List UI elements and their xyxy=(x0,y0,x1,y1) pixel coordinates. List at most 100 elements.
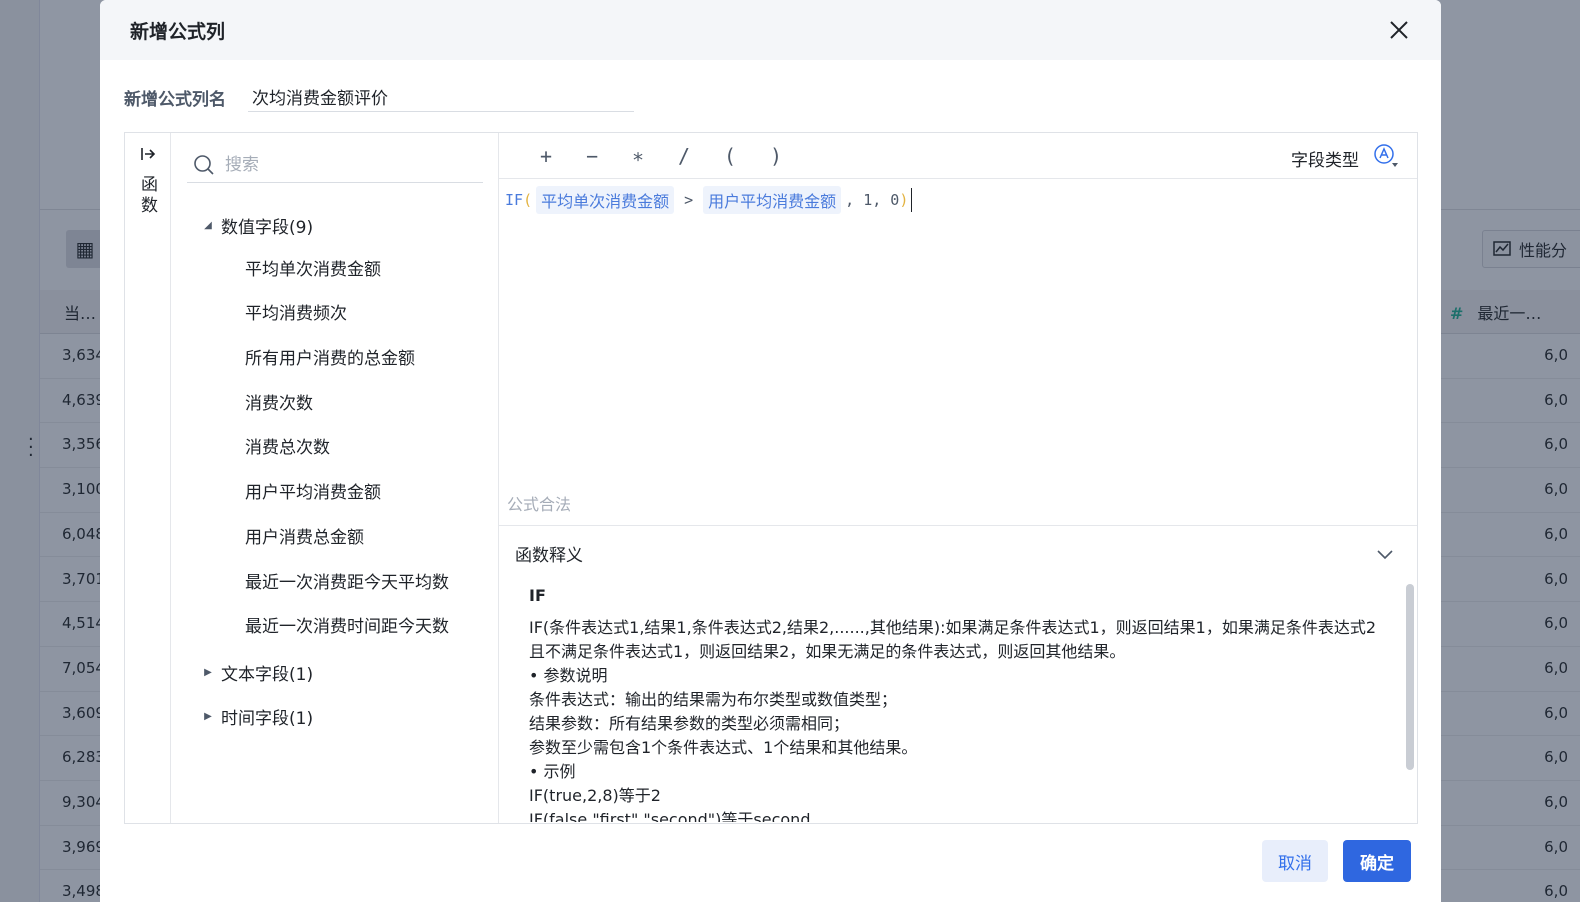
bg-cell-left: 3,634 xyxy=(62,346,105,364)
bg-cell-right: 6,0 xyxy=(1544,435,1568,454)
table-view-icon: ▦ xyxy=(66,230,104,268)
function-explanation-title: 函数释义 xyxy=(515,545,583,566)
bg-cell-left: 6,048 xyxy=(62,524,105,543)
bg-cell-left: 4,639 xyxy=(62,390,105,409)
description-line: IF(true,2,8)等于2 xyxy=(529,786,661,805)
field-item[interactable]: 用户平均消费金额 xyxy=(201,471,491,516)
plus-operator-button[interactable]: + xyxy=(523,144,569,168)
bg-cell-left: 3,701 xyxy=(62,569,105,588)
bg-cell-right: 6,0 xyxy=(1544,882,1568,901)
bg-cell-left: 3,969 xyxy=(62,837,105,856)
bg-cell-right: 6,0 xyxy=(1544,390,1568,409)
formula-field-chip[interactable]: 平均单次消费金额 xyxy=(536,186,675,214)
bg-left-strip xyxy=(0,0,40,902)
formula-field-chip[interactable]: 用户平均消费金额 xyxy=(703,186,842,214)
field-item[interactable]: 消费次数 xyxy=(201,382,491,427)
field-tree-pane: ◢ 数值字段(9) 平均单次消费金额平均消费频次所有用户消费的总金额消费次数消费… xyxy=(171,133,499,823)
chevron-down-icon[interactable] xyxy=(1375,544,1395,564)
column-name-input[interactable] xyxy=(248,82,634,112)
bg-col-header-right-label: 最近一… xyxy=(1477,304,1542,323)
formula-close-paren: ) xyxy=(899,191,909,209)
formula-open-paren: ( xyxy=(523,191,533,209)
search-icon xyxy=(194,154,214,175)
function-explanation-panel: 函数释义 IF IF(条件表达式1,结果1,条件表达式2,结果2,......,… xyxy=(499,525,1417,823)
formula-editor-pane: + − ∗ / ( ) 字段类型 IF ( 平均单次消费金额 > 用户平均消费金… xyxy=(499,133,1417,823)
text-type-dropdown-icon[interactable] xyxy=(1373,143,1399,169)
numeric-fields-group[interactable]: ◢ 数值字段(9) xyxy=(201,203,491,248)
caret-down-icon: ◢ xyxy=(204,219,212,231)
bg-cell-left: 3,498 xyxy=(62,882,105,901)
multiply-operator-button[interactable]: ∗ xyxy=(615,144,661,168)
field-item[interactable]: 平均消费频次 xyxy=(201,292,491,337)
confirm-button[interactable]: 确定 xyxy=(1343,840,1411,882)
field-item[interactable]: 平均单次消费金额 xyxy=(201,248,491,293)
search-input[interactable] xyxy=(225,154,465,175)
function-tab-label[interactable]: 函数 xyxy=(135,175,160,217)
dialog-header: 新增公式列 xyxy=(100,0,1441,60)
text-fields-group[interactable]: ▶ 文本字段(1) xyxy=(201,650,491,695)
bg-cell-right: 6,0 xyxy=(1544,658,1568,677)
field-type-label: 字段类型 xyxy=(1291,151,1359,171)
dialog-title: 新增公式列 xyxy=(130,20,226,43)
minus-operator-button[interactable]: − xyxy=(569,144,615,168)
validation-status: 公式合法 xyxy=(507,495,572,514)
bg-cell-left: 7,054 xyxy=(62,658,105,677)
field-tree: ◢ 数值字段(9) 平均单次消费金额 平均消费频次 所有用户消费的总金额 消费次数 消费… xyxy=(201,203,491,739)
description-line: IF(条件表达式1,结果1,条件表达式2,结果2,......,其他结果):如果… xyxy=(529,618,1377,661)
description-line: • 参数说明 xyxy=(529,666,608,685)
bg-perf-label: 性能分 xyxy=(1519,241,1568,260)
bg-cell-left: 3,609 xyxy=(62,703,105,722)
bg-cell-left: 9,304 xyxy=(62,793,105,811)
bg-cell-right: 6,0 xyxy=(1544,703,1568,722)
close-paren-button[interactable]: ) xyxy=(753,144,799,168)
function-explanation-header[interactable]: 函数释义 xyxy=(499,526,1417,580)
field-item[interactable]: 最近一次消费时间距今天数 xyxy=(201,605,491,650)
bg-cell-left: 3,356 xyxy=(62,435,105,454)
divide-operator-button[interactable]: / xyxy=(661,144,707,168)
close-icon[interactable] xyxy=(1387,18,1411,42)
formula-input[interactable]: IF ( 平均单次消费金额 > 用户平均消费金额 , 1, 0 ) xyxy=(499,179,1417,221)
numeric-group-label: 数值字段(9) xyxy=(221,217,314,238)
field-item[interactable]: 用户消费总金额 xyxy=(201,516,491,561)
time-group-label: 时间字段(1) xyxy=(221,709,314,730)
time-fields-group[interactable]: ▶ 时间字段(1) xyxy=(201,695,491,740)
bg-col-header-right: # 最近一… xyxy=(1450,300,1541,324)
caret-right-icon: ▶ xyxy=(204,666,212,678)
number-type-icon: # xyxy=(1450,304,1464,323)
bg-perf-button: 性能分 xyxy=(1482,230,1580,268)
formula-operator: > xyxy=(684,191,694,209)
bg-cell-right: 6,0 xyxy=(1544,614,1568,633)
expand-panel-icon[interactable] xyxy=(139,145,157,163)
field-item[interactable]: 消费总次数 xyxy=(201,426,491,471)
bg-cell-right: 6,0 xyxy=(1544,346,1568,364)
description-line: IF(false,"first","second")等于second xyxy=(529,810,811,822)
field-item[interactable]: 最近一次消费距今天平均数 xyxy=(201,561,491,606)
formula-function: IF xyxy=(505,191,524,209)
description-line: 参数至少需包含1个条件表达式、1个结果和其他结果。 xyxy=(529,738,918,757)
function-explanation-body: IF IF(条件表达式1,结果1,条件表达式2,结果2,......,其他结果)… xyxy=(529,584,1379,822)
operator-toolbar: + − ∗ / ( ) 字段类型 xyxy=(499,133,1417,179)
open-paren-button[interactable]: ( xyxy=(707,144,753,168)
function-description: IF(条件表达式1,结果1,条件表达式2,结果2,......,其他结果):如果… xyxy=(529,616,1379,822)
bg-cell-right: 6,0 xyxy=(1544,748,1568,767)
bg-cell-right: 6,0 xyxy=(1544,837,1568,856)
formula-editor-box: 函数 ◢ 数值字段(9) 平均单次消费金额平均消费频次所有用户消费的总金额消费次… xyxy=(124,132,1418,824)
text-group-label: 文本字段(1) xyxy=(221,664,314,685)
explanation-scrollbar[interactable] xyxy=(1406,584,1414,770)
column-name-row: 新增公式列名 xyxy=(124,82,634,112)
bg-col-header-left: 当… xyxy=(64,304,97,323)
formula-column-dialog: 新增公式列 新增公式列名 函数 ◢ 数值字段(9) 平均单次消费金额平均消费频次… xyxy=(100,0,1441,902)
description-line: 条件表达式：输出的结果需为布尔类型或数值类型； xyxy=(529,690,898,709)
bg-cell-right: 6,0 xyxy=(1544,524,1568,543)
numeric-field-list: 平均单次消费金额 平均消费频次 所有用户消费的总金额 消费次数 消费总次数 用户平均消费金… xyxy=(201,248,491,650)
bg-cell-right: 6,0 xyxy=(1544,480,1568,499)
cancel-button[interactable]: 取消 xyxy=(1262,840,1328,882)
formula-args: , 1, 0 xyxy=(845,191,900,209)
field-item[interactable]: 所有用户消费的总金额 xyxy=(201,337,491,382)
function-name: IF xyxy=(529,586,546,605)
field-search xyxy=(187,147,483,183)
caret-right-icon: ▶ xyxy=(204,711,212,723)
chart-icon xyxy=(1493,241,1511,256)
bg-cell-right: 6,0 xyxy=(1544,569,1568,588)
bg-cell-left: 3,100 xyxy=(62,480,105,499)
